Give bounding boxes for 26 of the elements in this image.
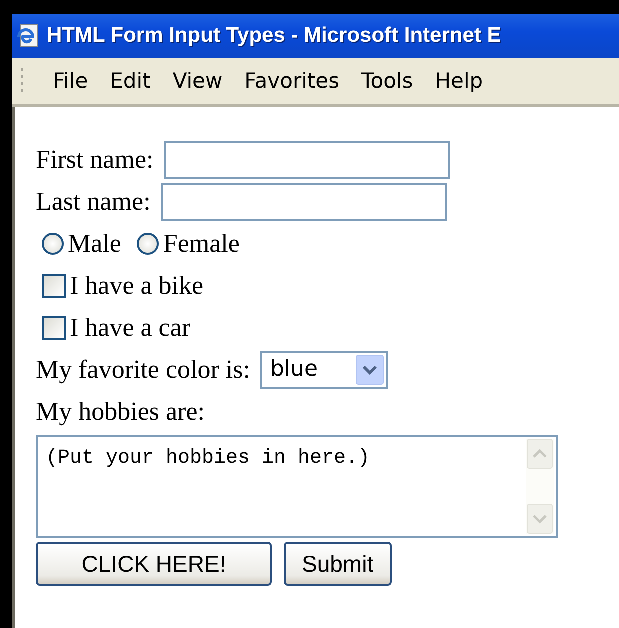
form-button[interactable]: Submit <box>284 542 392 586</box>
menu-item[interactable]: Favorites <box>234 69 351 93</box>
checkbox[interactable] <box>42 274 66 298</box>
color-dropdown[interactable]: blue <box>260 351 388 389</box>
menu-item[interactable]: File <box>42 69 100 93</box>
checkbox[interactable] <box>42 316 66 340</box>
menu-item[interactable]: Help <box>424 69 494 93</box>
form-button[interactable]: CLICK HERE! <box>36 542 272 586</box>
menu-item[interactable]: Tools <box>350 69 424 93</box>
browser-page-icon <box>15 23 41 49</box>
field-label: First name: <box>36 147 154 173</box>
field-label: My favorite color is: <box>36 357 250 383</box>
radio-label: Female <box>163 231 240 257</box>
radio-button[interactable] <box>42 233 64 255</box>
menu-item[interactable]: Edit <box>99 69 162 93</box>
checkbox-label: I have a car <box>70 315 191 341</box>
menu-item[interactable]: View <box>162 69 234 93</box>
text-field[interactable] <box>160 183 447 221</box>
checkbox-label: I have a bike <box>70 273 204 299</box>
window-title: HTML Form Input Types - Microsoft Internet E <box>47 24 502 48</box>
field-label: My hobbies are: <box>36 399 205 425</box>
text-field[interactable] <box>164 141 450 179</box>
hobbies-textarea[interactable]: (Put your hobbies in here.) <box>36 435 558 538</box>
radio-button[interactable] <box>137 233 160 255</box>
field-label: Last name: <box>36 189 151 215</box>
radio-label: Male <box>68 231 122 257</box>
